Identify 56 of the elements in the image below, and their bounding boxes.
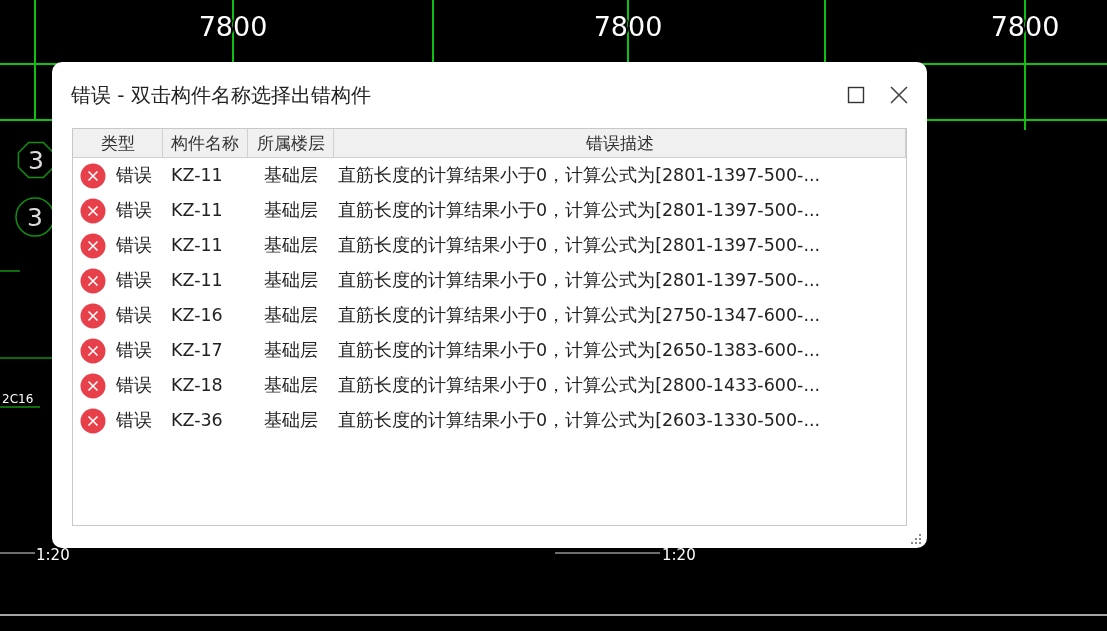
type-cell-text: 错误 xyxy=(116,374,152,398)
type-cell-text: 错误 xyxy=(116,234,152,258)
error-icon xyxy=(80,232,106,259)
leader-line xyxy=(0,357,53,359)
leader-line xyxy=(0,406,41,408)
floor-cell: 基础层 xyxy=(264,305,318,326)
description-cell: 直筋长度的计算结果小于0，计算公式为[2750-1347-600-... xyxy=(338,305,821,326)
floor-cell: 基础层 xyxy=(264,270,318,291)
description-cell: 直筋长度的计算结果小于0，计算公式为[2650-1383-600-... xyxy=(338,340,821,361)
scale-label: 1:20 xyxy=(662,546,696,564)
error-icon xyxy=(80,162,106,189)
column-header[interactable]: 所属楼层 xyxy=(248,129,334,157)
type-cell-text: 错误 xyxy=(116,339,152,363)
type-cell-text: 错误 xyxy=(116,304,152,328)
column-header[interactable]: 错误描述 xyxy=(334,129,906,157)
name-cell[interactable]: KZ-11 xyxy=(171,200,223,221)
description-cell: 直筋长度的计算结果小于0，计算公式为[2801-1397-500-... xyxy=(338,200,821,221)
close-button[interactable] xyxy=(889,85,909,105)
type-cell-text: 错误 xyxy=(116,164,152,188)
column-header[interactable]: 构件名称 xyxy=(163,129,248,157)
error-icon xyxy=(80,302,106,329)
floor-cell: 基础层 xyxy=(264,165,318,186)
floor-cell: 基础层 xyxy=(264,200,318,221)
column-header[interactable]: 类型 xyxy=(73,129,163,157)
description-cell: 直筋长度的计算结果小于0，计算公式为[2801-1397-500-... xyxy=(338,270,821,291)
error-icon xyxy=(80,337,106,364)
name-cell[interactable]: KZ-11 xyxy=(171,235,223,256)
rebar-label: 2C16 xyxy=(2,392,34,406)
leader-line xyxy=(0,270,21,272)
floor-cell: 基础层 xyxy=(264,340,318,361)
scale-label: 1:20 xyxy=(36,546,70,564)
window-title: 错误 - 双击构件名称选择出错构件 xyxy=(71,82,372,109)
type-cell-text: 错误 xyxy=(116,269,152,293)
name-cell[interactable]: KZ-17 xyxy=(171,340,223,361)
resize-grip-icon[interactable] xyxy=(909,532,923,546)
floor-cell: 基础层 xyxy=(264,410,318,431)
name-cell[interactable]: KZ-16 xyxy=(171,305,223,326)
name-cell[interactable]: KZ-18 xyxy=(171,375,223,396)
description-cell: 直筋长度的计算结果小于0，计算公式为[2801-1397-500-... xyxy=(338,165,821,186)
type-cell-text: 错误 xyxy=(116,199,152,223)
name-cell[interactable]: KZ-36 xyxy=(171,410,223,431)
maximize-button[interactable] xyxy=(847,86,865,104)
error-icon xyxy=(80,267,106,294)
description-cell: 直筋长度的计算结果小于0，计算公式为[2800-1433-600-... xyxy=(338,375,821,396)
floor-cell: 基础层 xyxy=(264,375,318,396)
error-icon xyxy=(80,197,106,224)
axis-bubble: 3 xyxy=(17,141,55,179)
name-cell[interactable]: KZ-11 xyxy=(171,270,223,291)
floor-cell: 基础层 xyxy=(264,235,318,256)
description-cell: 直筋长度的计算结果小于0，计算公式为[2603-1330-500-... xyxy=(338,410,821,431)
error-icon xyxy=(80,407,106,434)
description-cell: 直筋长度的计算结果小于0，计算公式为[2801-1397-500-... xyxy=(338,235,821,256)
error-icon xyxy=(80,372,106,399)
name-cell[interactable]: KZ-11 xyxy=(171,165,223,186)
type-cell-text: 错误 xyxy=(116,409,152,433)
leader-line xyxy=(0,552,36,554)
